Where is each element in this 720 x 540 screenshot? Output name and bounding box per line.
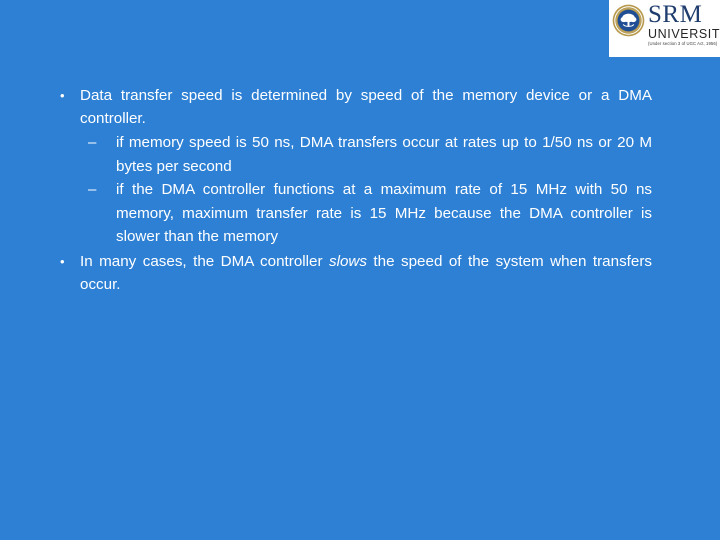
- bullet-item: • Data transfer speed is determined by s…: [52, 84, 652, 130]
- sub-bullet-marker: –: [88, 181, 97, 198]
- bullet-marker: •: [60, 253, 65, 269]
- sub-bullet-list: – if memory speed is 50 ns, DMA transfer…: [52, 131, 652, 249]
- logo-fine-print: (Under section 3 of UGC Act, 1956): [648, 40, 718, 46]
- logo-title: SRM: [648, 1, 703, 28]
- bullet-text-before-italic: In many cases, the DMA controller: [80, 252, 329, 270]
- sub-bullet-text: if the DMA controller functions at a max…: [116, 181, 652, 245]
- slide-canvas: SRM UNIVERSITY (Under section 3 of UGC A…: [0, 0, 720, 540]
- sub-bullet-text: if memory speed is 50 ns, DMA transfers …: [116, 134, 652, 175]
- bullet-item: • In many cases, the DMA controller slow…: [52, 250, 652, 296]
- logo-row: SRM UNIVERSITY (Under section 3 of UGC A…: [612, 1, 720, 46]
- sub-bullet-item: – if the DMA controller functions at a m…: [52, 178, 652, 249]
- logo-subtitle: UNIVERSITY: [648, 26, 720, 41]
- bullet-text-mixed: In many cases, the DMA controller slows …: [80, 250, 652, 296]
- sub-bullet-marker: –: [88, 134, 97, 151]
- bullet-text-italic-word: slows: [328, 252, 367, 270]
- logo-wordmark: SRM UNIVERSITY (Under section 3 of UGC A…: [648, 1, 720, 46]
- slide-body: • Data transfer speed is determined by s…: [52, 84, 652, 297]
- bullet-text: Data transfer speed is determined by spe…: [80, 87, 652, 127]
- bullet-marker: •: [60, 88, 65, 103]
- srm-university-emblem-icon: [612, 4, 645, 37]
- srm-university-logo: SRM UNIVERSITY (Under section 3 of UGC A…: [609, 0, 720, 57]
- sub-bullet-item: – if memory speed is 50 ns, DMA transfer…: [52, 131, 652, 178]
